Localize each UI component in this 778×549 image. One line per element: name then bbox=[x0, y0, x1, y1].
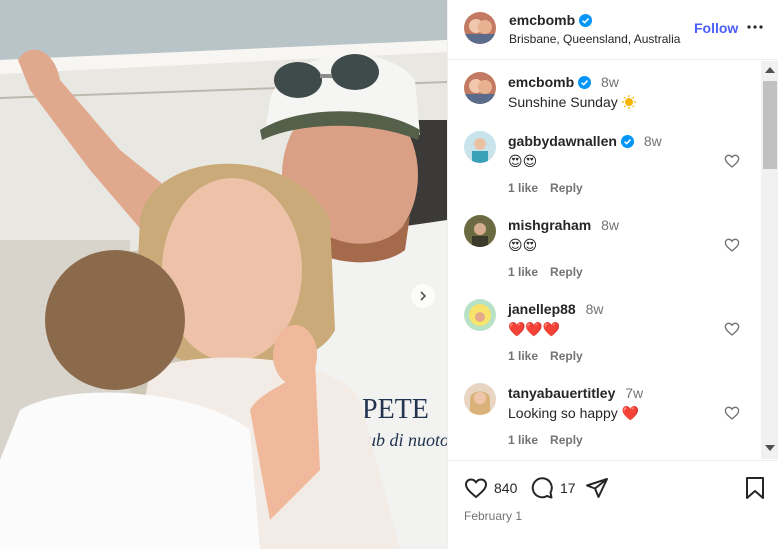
like-comment-heart-icon[interactable] bbox=[724, 153, 740, 169]
photo-scene: PETE club di nuoto bbox=[0, 0, 447, 549]
like-comment-heart-icon[interactable] bbox=[724, 321, 740, 337]
comment-text: 😍😍 bbox=[508, 237, 538, 253]
reply-button[interactable]: Reply bbox=[550, 349, 583, 363]
comment-avatar[interactable] bbox=[464, 299, 496, 331]
scroll-down-arrow-icon[interactable] bbox=[765, 445, 775, 451]
comment-meta: 1 like Reply bbox=[508, 265, 583, 279]
like-button[interactable]: 840 bbox=[464, 476, 517, 500]
like-comment-heart-icon[interactable] bbox=[724, 405, 740, 421]
comment-text: ❤️❤️❤️ bbox=[508, 321, 561, 337]
comment-time: 8w bbox=[601, 217, 620, 233]
comment-time: 8w bbox=[585, 301, 604, 317]
like-count[interactable]: 840 bbox=[494, 480, 517, 496]
post-location[interactable]: Brisbane, Queensland, Australia bbox=[509, 32, 680, 46]
comment-username[interactable]: janellep88 bbox=[508, 301, 576, 317]
comment-avatar[interactable] bbox=[464, 383, 496, 415]
verified-icon bbox=[620, 135, 634, 148]
follow-button[interactable]: Follow bbox=[694, 20, 738, 36]
share-icon bbox=[586, 478, 608, 498]
more-options-icon[interactable] bbox=[746, 18, 764, 36]
save-button[interactable] bbox=[744, 476, 766, 500]
post-side-panel: emcbomb Brisbane, Queensland, Australia … bbox=[447, 0, 778, 549]
comment-text: Looking so happy ❤️ bbox=[508, 405, 640, 421]
comment-avatar[interactable] bbox=[464, 215, 496, 247]
comment-username[interactable]: gabbydawnallen bbox=[508, 133, 634, 149]
shirt-print-title: PETE bbox=[362, 394, 429, 425]
caption-avatar[interactable] bbox=[464, 72, 496, 104]
sun-icon bbox=[621, 95, 636, 109]
author-avatar[interactable] bbox=[464, 12, 496, 44]
comment-text: 😍😍 bbox=[508, 153, 538, 169]
scrollbar-thumb[interactable] bbox=[763, 81, 777, 169]
share-button[interactable] bbox=[585, 476, 609, 500]
post-photo[interactable]: PETE club di nuoto bbox=[0, 0, 447, 549]
chevron-right-icon bbox=[420, 291, 427, 301]
next-photo-button[interactable] bbox=[411, 284, 435, 308]
verified-icon bbox=[579, 14, 593, 27]
comment-likes[interactable]: 1 like bbox=[508, 349, 538, 363]
comment-button[interactable]: 17 bbox=[530, 476, 576, 500]
reply-button[interactable]: Reply bbox=[550, 265, 583, 279]
post-actions-bar: 840 17 February 1 bbox=[448, 460, 778, 549]
heart-icon bbox=[464, 478, 488, 499]
caption-time: 8w bbox=[601, 74, 619, 90]
comments-list[interactable]: emcbomb 8w Sunshine Sunday gabbydawnalle… bbox=[448, 61, 761, 459]
comment-meta: 1 like Reply bbox=[508, 433, 583, 447]
comment-username[interactable]: tanyabauertitley bbox=[508, 385, 615, 401]
comment-icon bbox=[531, 477, 553, 499]
comment-time: 8w bbox=[643, 133, 662, 149]
comment-likes[interactable]: 1 like bbox=[508, 265, 538, 279]
comments-scrollbar[interactable] bbox=[761, 61, 778, 459]
comment-time: 7w bbox=[625, 385, 644, 401]
post-header: emcbomb Brisbane, Queensland, Australia … bbox=[448, 0, 778, 60]
author-username[interactable]: emcbomb bbox=[509, 12, 593, 28]
caption-text: Sunshine Sunday bbox=[508, 94, 636, 110]
bookmark-icon bbox=[746, 477, 764, 499]
comment-likes[interactable]: 1 like bbox=[508, 433, 538, 447]
comment-avatar[interactable] bbox=[464, 131, 496, 163]
verified-icon bbox=[578, 76, 592, 89]
comment-meta: 1 like Reply bbox=[508, 181, 583, 195]
like-comment-heart-icon[interactable] bbox=[724, 237, 740, 253]
scroll-up-arrow-icon[interactable] bbox=[765, 67, 775, 73]
reply-button[interactable]: Reply bbox=[550, 181, 583, 195]
caption-username[interactable]: emcbomb bbox=[508, 74, 592, 90]
comment-meta: 1 like Reply bbox=[508, 349, 583, 363]
comment-username[interactable]: mishgraham bbox=[508, 217, 591, 233]
post-date[interactable]: February 1 bbox=[464, 509, 522, 523]
comment-likes[interactable]: 1 like bbox=[508, 181, 538, 195]
reply-button[interactable]: Reply bbox=[550, 433, 583, 447]
comment-count[interactable]: 17 bbox=[560, 480, 576, 496]
